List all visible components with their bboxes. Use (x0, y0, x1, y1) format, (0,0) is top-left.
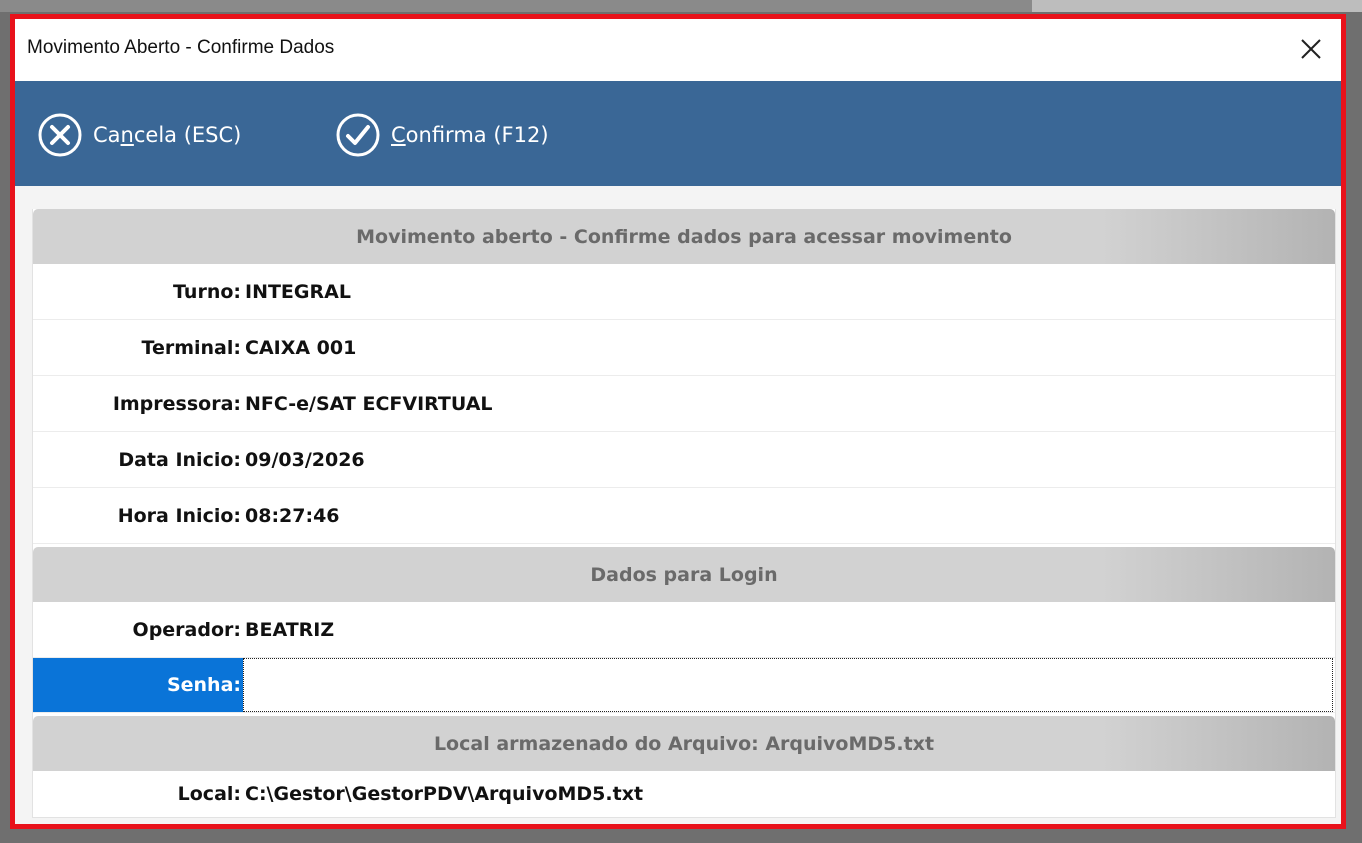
toolbar: Cancela (ESC) Confirma (F12) (15, 81, 1341, 186)
senha-input[interactable] (244, 659, 1332, 711)
dialog-window: Movimento Aberto - Confirme Dados Cancel… (10, 14, 1346, 829)
data-inicio-value: 09/03/2026 (245, 449, 365, 471)
senha-field[interactable] (243, 658, 1333, 712)
hora-inicio-label: Hora Inicio: (117, 505, 241, 527)
cancel-button[interactable]: Cancela (ESC) (37, 111, 241, 159)
row-data-inicio: Data Inicio: 09/03/2026 (33, 432, 1335, 488)
close-button[interactable] (1291, 29, 1331, 69)
confirm-label: Confirma (F12) (391, 123, 549, 147)
turno-value: INTEGRAL (245, 281, 351, 303)
cancel-circle-icon (38, 113, 82, 157)
row-hora-inicio: Hora Inicio: 08:27:46 (33, 488, 1335, 544)
form-panel: Movimento aberto - Confirme dados para a… (32, 209, 1336, 818)
senha-label: Senha: (33, 658, 243, 712)
row-turno: Turno: INTEGRAL (33, 264, 1335, 320)
row-local: Local: C:\Gestor\GestorPDV\ArquivoMD5.tx… (33, 771, 1335, 818)
local-label: Local: (177, 783, 241, 805)
turno-label: Turno: (173, 281, 241, 303)
terminal-value: CAIXA 001 (245, 337, 357, 359)
title-bar: Movimento Aberto - Confirme Dados (15, 19, 1341, 81)
operador-label: Operador: (132, 619, 241, 641)
check-circle-icon (336, 113, 380, 157)
data-inicio-label: Data Inicio: (118, 449, 241, 471)
confirm-button[interactable]: Confirma (F12) (335, 111, 549, 159)
terminal-label: Terminal: (141, 337, 241, 359)
row-terminal: Terminal: CAIXA 001 (33, 320, 1335, 376)
row-impressora: Impressora: NFC-e/SAT ECFVIRTUAL (33, 376, 1335, 432)
section-header-movimento: Movimento aberto - Confirme dados para a… (33, 209, 1335, 264)
section-header-login: Dados para Login (33, 547, 1335, 602)
background-strip-right (1032, 0, 1362, 12)
row-senha: Senha: (33, 658, 1335, 713)
hora-inicio-value: 08:27:46 (245, 505, 340, 527)
local-value: C:\Gestor\GestorPDV\ArquivoMD5.txt (245, 783, 644, 805)
cancel-label: Cancela (ESC) (93, 123, 242, 147)
section-header-arquivo: Local armazenado do Arquivo: ArquivoMD5.… (33, 716, 1335, 771)
window-title: Movimento Aberto - Confirme Dados (27, 37, 335, 58)
impressora-label: Impressora: (112, 393, 241, 415)
row-operador: Operador: BEATRIZ (33, 602, 1335, 658)
impressora-value: NFC-e/SAT ECFVIRTUAL (245, 393, 493, 415)
operador-value: BEATRIZ (245, 619, 335, 641)
close-icon (1301, 39, 1321, 59)
